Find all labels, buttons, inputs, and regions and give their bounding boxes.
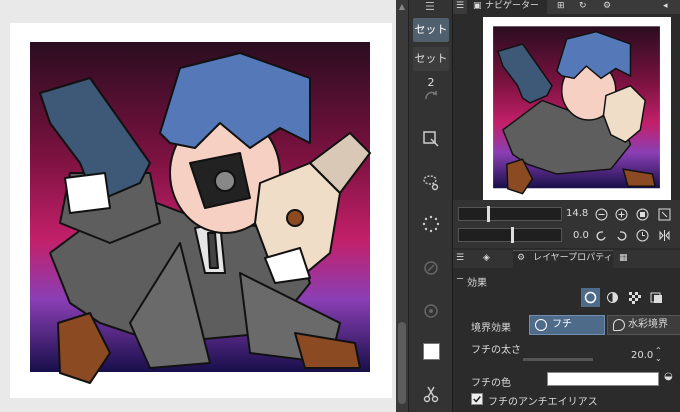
spray-icon[interactable] (419, 212, 443, 236)
menu-icon[interactable]: ☰ (425, 0, 435, 13)
canvas-paper[interactable] (10, 23, 392, 398)
collapse-icon[interactable]: ◂ (663, 0, 668, 13)
layer-property-panel: ─ 効果 境界効果 フチ 水彩境界 フチの太さ 20.0 ⌃⌄ フチの色 ◒ (453, 268, 680, 412)
rotate-left-icon[interactable] (595, 229, 608, 242)
layer-property-icon: ⚙ (517, 253, 526, 263)
thickness-spinner-icon[interactable]: ⌃ ⌄ (655, 347, 662, 363)
redo-icon[interactable] (419, 84, 443, 108)
blend-icon[interactable] (419, 256, 443, 280)
navigator-thumbnail (493, 26, 660, 195)
zoom-value: 14.8 (566, 208, 589, 219)
border-effect-label: 境界効果 (471, 323, 511, 334)
tone-effect-button[interactable] (603, 288, 622, 307)
fuchi-option-label: フチ (552, 319, 572, 330)
scroll-up-icon[interactable]: ▲ (396, 2, 408, 11)
stop-icon[interactable] (636, 208, 649, 221)
navigator-header: ☰ ▣ ナビゲーター ⊞ ↻ ⚙ ◂ (453, 0, 680, 14)
effect-section-prefix: ─ (457, 274, 464, 285)
zoom-out-icon[interactable] (595, 208, 608, 221)
layer-property-tab[interactable]: ⚙ レイヤープロパティ (517, 252, 613, 265)
layer-property-tab-label: レイヤープロパティ (532, 253, 613, 263)
scissors-icon[interactable] (419, 382, 443, 406)
watercolor-icon (613, 319, 625, 331)
layer-property-header: ☰ ◈ ⚙ レイヤープロパティ ▦ (453, 250, 680, 268)
zoom-slider-thumb[interactable] (487, 206, 490, 222)
rotation-slider[interactable] (458, 227, 562, 243)
rotation-slider-thumb[interactable] (511, 227, 514, 243)
navigator-controls: 14.8 0.0 (453, 200, 680, 248)
tool-set-tab-2[interactable]: セット2 (413, 47, 449, 89)
panel-menu-icon[interactable]: ☰ (456, 0, 464, 13)
rotate-right-icon[interactable] (615, 229, 628, 242)
fuchi-color-swatch[interactable] (547, 372, 659, 386)
illustration (30, 42, 371, 384)
tool-set-tab-1[interactable]: セット1 (413, 18, 449, 60)
watercolor-option-label: 水彩境界 (628, 319, 668, 330)
canvas-vertical-scrollbar[interactable]: ▲ (396, 0, 408, 412)
lasso-icon[interactable] (419, 170, 443, 194)
layer-color-effect-button[interactable] (647, 288, 666, 307)
navigator-panel (453, 14, 680, 201)
thickness-slider[interactable] (523, 358, 593, 361)
rotation-value: 0.0 (573, 230, 589, 241)
navigator-tab-label: ナビゲーター (485, 1, 540, 11)
fuchi-circle-icon (535, 319, 547, 331)
navigator-preview[interactable] (483, 17, 671, 201)
color-picker-icon[interactable]: ◒ (664, 371, 673, 382)
transform-icon[interactable] (419, 127, 443, 151)
thickness-label: フチの太さ (471, 345, 521, 356)
layer-tab-icon[interactable]: ⊞ (557, 0, 565, 13)
panel-menu-icon-2[interactable]: ☰ (456, 252, 464, 265)
tool-palette: ☰ セット1 セット2 (408, 0, 452, 412)
canvas-area[interactable] (0, 0, 396, 412)
right-panel: ☰ ▣ ナビゲーター ⊞ ↻ ⚙ ◂ 14.8 0.0 ☰ ◈ ⚙ レイヤープロ… (452, 0, 680, 412)
fuchi-color-label: フチの色 (471, 378, 511, 389)
layer-icon[interactable]: ◈ (483, 252, 490, 265)
checker-effect-button[interactable] (625, 288, 644, 307)
antialias-label: フチのアンチエイリアス (488, 397, 598, 408)
scrollbar-thumb[interactable] (398, 322, 406, 404)
effect-label: 効果 (467, 278, 487, 289)
zoom-slider[interactable] (458, 206, 562, 222)
reset-rotation-icon[interactable] (636, 229, 649, 242)
navigator-tab[interactable]: ▣ ナビゲーター (473, 0, 539, 13)
thickness-value: 20.0 (631, 350, 654, 361)
flip-horizontal-icon[interactable] (658, 229, 671, 242)
material-tab-icon[interactable]: ▦ (619, 252, 628, 265)
navigator-icon: ▣ (473, 1, 482, 11)
fit-icon[interactable] (658, 208, 671, 221)
border-fuchi-option[interactable]: フチ (529, 315, 605, 335)
zoom-in-icon[interactable] (615, 208, 628, 221)
history-tab-icon[interactable]: ↻ (579, 0, 587, 13)
border-watercolor-option[interactable]: 水彩境界 (607, 315, 680, 335)
antialias-checkbox[interactable] (471, 393, 483, 405)
eraser-icon[interactable] (419, 299, 443, 323)
border-effect-button[interactable] (581, 288, 600, 307)
settings-tab-icon[interactable]: ⚙ (603, 0, 611, 13)
main-color-swatch[interactable] (423, 343, 440, 360)
